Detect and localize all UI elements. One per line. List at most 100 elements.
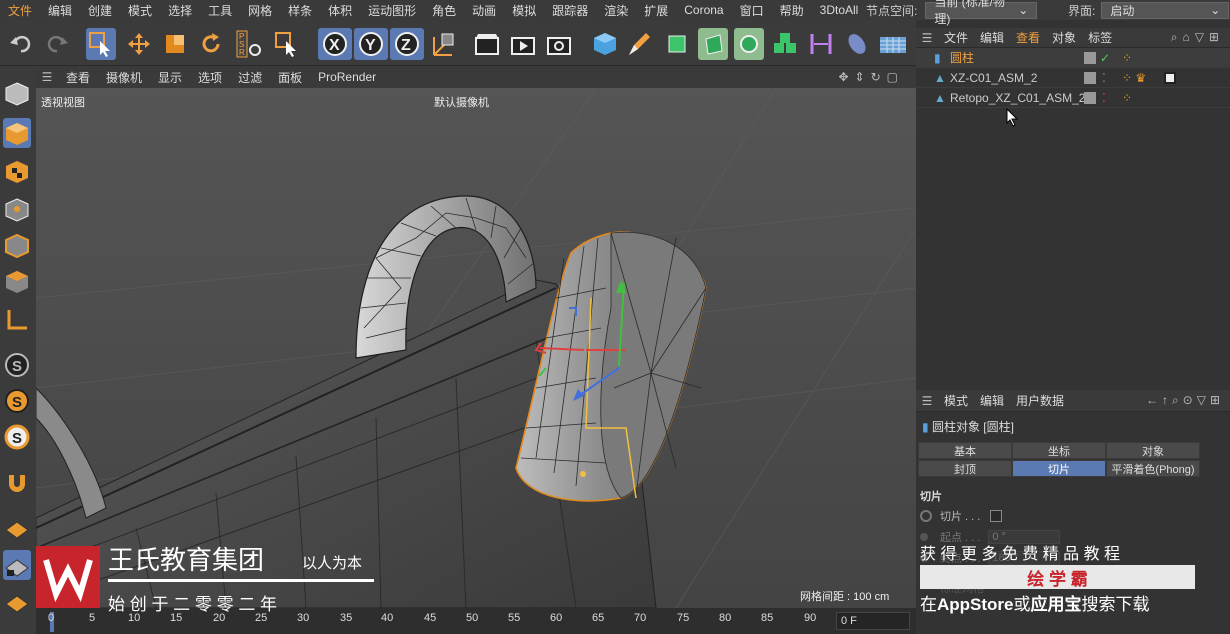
locked-workplane-button[interactable]: [3, 550, 31, 580]
recent-tool-button[interactable]: [272, 28, 302, 60]
checker-texture-icon[interactable]: [1164, 71, 1176, 84]
hamburger-icon[interactable]: ☰: [916, 31, 938, 45]
menu-create[interactable]: 创建: [80, 2, 120, 19]
undo-button[interactable]: [6, 28, 36, 60]
layer-icon[interactable]: [1084, 71, 1096, 84]
viewport-nav-icons[interactable]: ✥⇕↻▢: [838, 70, 904, 84]
menu-mode[interactable]: 模式: [120, 2, 160, 19]
tag-icon[interactable]: ⁘ ♛: [1122, 71, 1146, 85]
menu-mesh[interactable]: 网格: [240, 2, 280, 19]
am-menu-userdata[interactable]: 用户数据: [1010, 392, 1070, 409]
lock-y-button[interactable]: Y: [354, 28, 388, 60]
tab-phong[interactable]: 平滑着色(Phong): [1106, 460, 1200, 477]
menu-tools[interactable]: 工具: [200, 2, 240, 19]
pen-tool-button[interactable]: [624, 28, 654, 60]
vp-menu-camera[interactable]: 摄像机: [98, 69, 150, 86]
am-nav-icons[interactable]: ←↑⌕⊙▽⊞: [1146, 393, 1224, 408]
lock-x-button[interactable]: X: [318, 28, 352, 60]
tab-basic[interactable]: 基本: [918, 442, 1012, 459]
camera-label[interactable]: 默认摄像机: [434, 94, 489, 110]
visibility-dots-icon[interactable]: ⁚: [1102, 71, 1106, 85]
menu-spline[interactable]: 样条: [280, 2, 320, 19]
om-search-icons[interactable]: ⌕⌂▽⊞: [1171, 30, 1224, 45]
viewport[interactable]: 透视视图 默认摄像机 网格间距 : 100 cm: [36, 88, 916, 608]
om-menu-file[interactable]: 文件: [938, 29, 974, 46]
menu-select[interactable]: 选择: [160, 2, 200, 19]
cube-button[interactable]: [590, 28, 620, 60]
menu-window[interactable]: 窗口: [732, 2, 772, 19]
lock-z-button[interactable]: Z: [390, 28, 424, 60]
vp-menu-filter[interactable]: 过滤: [230, 69, 270, 86]
rotate-button[interactable]: [196, 28, 226, 60]
menu-tracker[interactable]: 跟踪器: [544, 2, 596, 19]
vp-menu-options[interactable]: 选项: [190, 69, 230, 86]
object-row-cylinder[interactable]: ▮ 圆柱 ✓ ⁘: [916, 48, 1230, 68]
points-mode-button[interactable]: [3, 194, 31, 224]
planar-workplane-button[interactable]: [3, 586, 31, 616]
solo-hierarchy-button[interactable]: S: [3, 386, 31, 416]
menu-simulate[interactable]: 模拟: [504, 2, 544, 19]
live-selection-button[interactable]: [86, 28, 116, 60]
render-view-button[interactable]: [472, 28, 502, 60]
tag-icon[interactable]: ⁘: [1122, 91, 1132, 105]
extrude-button[interactable]: [698, 28, 728, 60]
menu-mograph[interactable]: 运动图形: [360, 2, 424, 19]
menu-file[interactable]: 文件: [0, 2, 40, 19]
object-row-retopo[interactable]: ▲ Retopo_XZ_C01_ASM_2 ⁚ ⁘: [916, 88, 1230, 108]
menu-edit[interactable]: 编辑: [40, 2, 80, 19]
texture-mode-button[interactable]: [3, 156, 31, 186]
array-button[interactable]: [770, 28, 800, 60]
layer-icon[interactable]: [1084, 91, 1096, 104]
current-frame-field[interactable]: 0 F: [836, 612, 910, 630]
solo-off-button[interactable]: S: [3, 422, 31, 452]
vp-menu-view[interactable]: 查看: [58, 69, 98, 86]
solo-button[interactable]: S: [3, 350, 31, 380]
menu-animate[interactable]: 动画: [464, 2, 504, 19]
menu-character[interactable]: 角色: [424, 2, 464, 19]
menu-3dtoall[interactable]: 3DtoAll: [812, 3, 867, 17]
tab-object[interactable]: 对象: [1106, 442, 1200, 459]
move-button[interactable]: [124, 28, 154, 60]
vp-menu-prorender[interactable]: ProRender: [310, 70, 384, 84]
node-space-select[interactable]: 当前 (标准/物理) ⌄: [925, 0, 1038, 26]
redo-button[interactable]: [42, 28, 72, 60]
vp-menu-display[interactable]: 显示: [150, 69, 190, 86]
tab-caps[interactable]: 封顶: [918, 460, 1012, 477]
workplane-button[interactable]: [3, 512, 31, 542]
render-settings-button[interactable]: [544, 28, 574, 60]
am-menu-mode[interactable]: 模式: [938, 392, 974, 409]
cloner-button[interactable]: [734, 28, 764, 60]
polygons-mode-button[interactable]: [3, 266, 31, 296]
model-mode-button[interactable]: [3, 118, 31, 148]
menu-corona[interactable]: Corona: [676, 3, 731, 17]
psr-button[interactable]: PSR: [234, 28, 264, 60]
field-button[interactable]: [842, 28, 872, 60]
tab-coord[interactable]: 坐标: [1012, 442, 1106, 459]
object-row-xz[interactable]: ▲ XZ-C01_ASM_2 ⁚ ⁘ ♛: [916, 68, 1230, 88]
vp-menu-panel[interactable]: 面板: [270, 69, 310, 86]
am-menu-edit[interactable]: 编辑: [974, 392, 1010, 409]
tab-slice[interactable]: 切片: [1012, 460, 1106, 477]
menu-render[interactable]: 渲染: [596, 2, 636, 19]
hamburger-icon[interactable]: ☰: [36, 70, 58, 84]
om-menu-view[interactable]: 查看: [1010, 29, 1046, 46]
coordinate-system-button[interactable]: [428, 28, 458, 60]
slice-checkbox[interactable]: [990, 510, 1003, 522]
subdivision-button[interactable]: [662, 28, 692, 60]
axis-mode-button[interactable]: [3, 304, 31, 334]
layer-icon[interactable]: [1084, 51, 1096, 64]
check-icon[interactable]: ✓: [1100, 51, 1110, 65]
om-menu-objects[interactable]: 对象: [1046, 29, 1082, 46]
floor-button[interactable]: [878, 28, 908, 60]
menu-extensions[interactable]: 扩展: [636, 2, 676, 19]
snap-button[interactable]: [3, 468, 31, 498]
deformer-button[interactable]: [806, 28, 836, 60]
visibility-dots-icon[interactable]: ⁚: [1102, 91, 1106, 105]
edges-mode-button[interactable]: [3, 230, 31, 260]
render-to-picture-viewer-button[interactable]: [508, 28, 538, 60]
tag-icon[interactable]: ⁘: [1122, 51, 1132, 65]
animation-dot-icon[interactable]: [920, 510, 932, 522]
layout-select[interactable]: 启动 ⌄: [1101, 1, 1230, 19]
om-menu-tags[interactable]: 标签: [1082, 29, 1118, 46]
make-editable-button[interactable]: [3, 78, 31, 108]
